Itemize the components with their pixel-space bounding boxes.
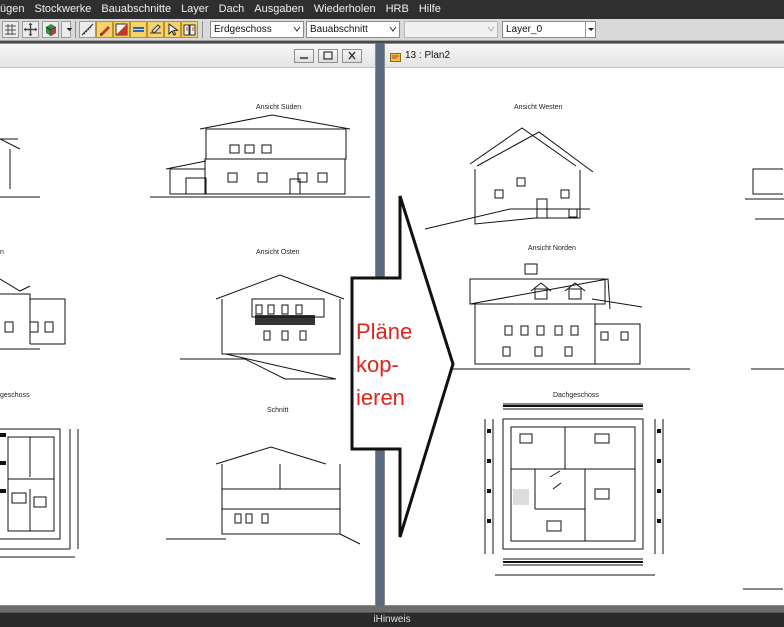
book-icon[interactable]: [181, 21, 198, 38]
plan-window-icon: [390, 50, 401, 62]
chevron-down-icon: [293, 26, 301, 33]
plan-window-left[interactable]: Ansicht Süden Ansicht Osten Schnitt n ge…: [0, 43, 376, 606]
view-label-east: Ansicht Osten: [256, 249, 300, 256]
drawing-canvas-left[interactable]: Ansicht Süden Ansicht Osten Schnitt n ge…: [0, 69, 375, 605]
section-dropdown[interactable]: Bauabschnitt: [306, 21, 400, 38]
window-title: 13 : Plan2: [405, 50, 451, 61]
menu-item-stockwerke[interactable]: Stockwerke: [29, 0, 96, 19]
empty-dropdown[interactable]: [404, 21, 498, 38]
view-label-section: Schnitt: [267, 407, 289, 414]
callout-text: Pläne kop- ieren: [356, 319, 413, 410]
move-icon[interactable]: [22, 21, 39, 38]
menu-item-dach[interactable]: Dach: [214, 0, 250, 19]
chevron-down-icon: [389, 26, 397, 33]
edit-icon[interactable]: [147, 21, 164, 38]
menu-item-ausgaben[interactable]: Ausgaben: [249, 0, 309, 19]
menu-bar: ügen Stockwerke Bauabschnitte Layer Dach…: [0, 0, 784, 19]
menu-item-layer[interactable]: Layer: [176, 0, 214, 19]
measure-icon[interactable]: [79, 21, 96, 38]
layer-dropdown[interactable]: Layer_0: [502, 21, 596, 38]
window-titlebar[interactable]: 13 : Plan2: [385, 44, 784, 68]
close-button[interactable]: [342, 49, 362, 63]
status-hint: iHinweis: [373, 614, 411, 625]
floor-dropdown-value: Erdgeschoss: [214, 24, 272, 35]
cube-3d-icon[interactable]: [42, 21, 59, 38]
window-titlebar[interactable]: [0, 44, 375, 68]
menu-item-hilfe[interactable]: Hilfe: [414, 0, 446, 19]
pointer-icon[interactable]: [164, 21, 181, 38]
status-bar: iHinweis: [0, 612, 784, 627]
chevron-down-icon[interactable]: [61, 21, 73, 38]
chevron-down-icon: [487, 26, 495, 33]
view-label-north: Ansicht Norden: [528, 245, 576, 252]
pencil-draw-icon[interactable]: [96, 21, 113, 38]
menu-item-hrb[interactable]: HRB: [381, 0, 414, 19]
fill-area-icon[interactable]: [113, 21, 130, 38]
cad-application: ügen Stockwerke Bauabschnitte Layer Dach…: [0, 0, 784, 627]
view-label-attic: Dachgeschoss: [553, 392, 599, 399]
menu-item-wiederholen[interactable]: Wiederholen: [309, 0, 381, 19]
section-dropdown-value: Bauabschnitt: [310, 24, 368, 35]
maximize-button[interactable]: [318, 49, 338, 63]
minimize-button[interactable]: [294, 49, 314, 63]
grid-icon[interactable]: [2, 21, 19, 38]
view-label-west: Ansicht Westen: [514, 104, 563, 111]
view-label-floor-partial: geschoss: [0, 392, 30, 399]
chevron-down-icon: [585, 22, 595, 37]
layer-dropdown-value: Layer_0: [506, 24, 543, 35]
floor-dropdown[interactable]: Erdgeschoss: [210, 21, 304, 38]
view-label-south: Ansicht Süden: [256, 104, 302, 111]
menu-item-fuegen[interactable]: ügen: [0, 0, 29, 19]
wall-icon[interactable]: [130, 21, 147, 38]
view-label-partial: n: [0, 249, 4, 256]
toolbar: Erdgeschoss Bauabschnitt Layer_0: [0, 19, 784, 41]
menu-item-bauabschnitte[interactable]: Bauabschnitte: [96, 0, 176, 19]
left-drawings: [0, 114, 370, 558]
